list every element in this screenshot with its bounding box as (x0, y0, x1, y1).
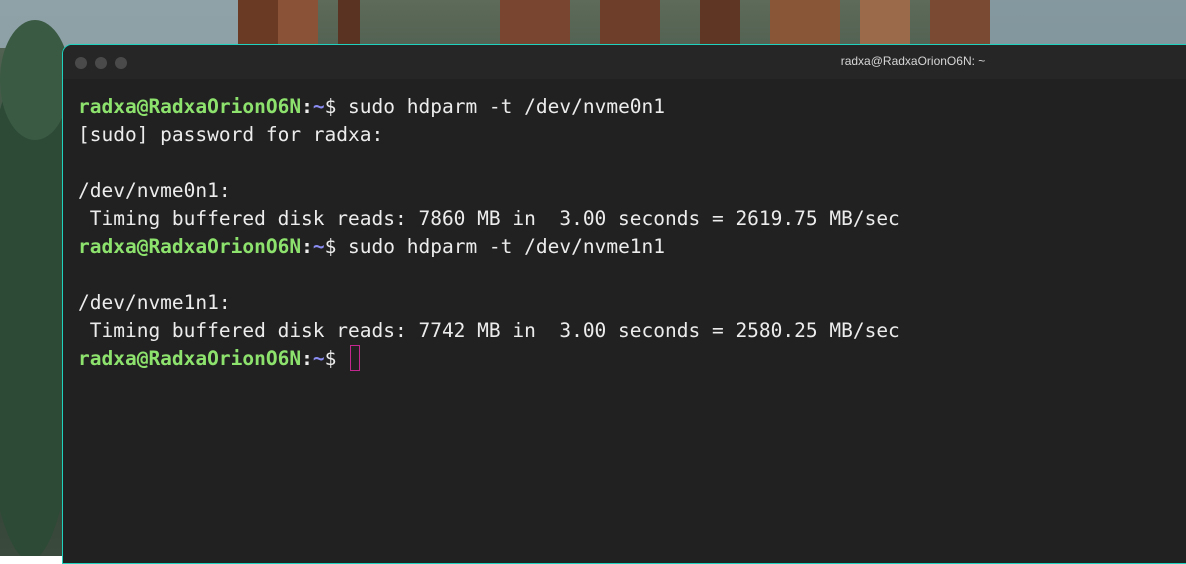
prompt-separator: : (301, 235, 313, 258)
wallpaper-foliage (0, 20, 70, 140)
prompt-user-host: radxa@RadxaOrionO6N (78, 95, 302, 118)
command-text: sudo hdparm -t /dev/nvme0n1 (348, 95, 666, 118)
terminal-window[interactable]: radxa@RadxaOrionO6N: ~ radxa@RadxaOrionO… (62, 44, 1186, 564)
prompt-symbol: $ (324, 235, 349, 258)
prompt-separator: : (301, 95, 313, 118)
window-titlebar[interactable]: radxa@RadxaOrionO6N: ~ (63, 45, 1186, 79)
output-line: Timing buffered disk reads: 7860 MB in 3… (78, 207, 900, 230)
prompt-symbol: $ (324, 347, 349, 370)
prompt-line: radxa@RadxaOrionO6N:~$ sudo hdparm -t /d… (78, 233, 1186, 261)
output-line: /dev/nvme1n1: (78, 291, 231, 314)
prompt-path: ~ (312, 95, 325, 118)
prompt-symbol: $ (324, 95, 349, 118)
prompt-path: ~ (312, 347, 325, 370)
output-line: [sudo] password for radxa: (78, 123, 384, 146)
output-line: Timing buffered disk reads: 7742 MB in 3… (78, 319, 900, 342)
wallpaper-sky (990, 0, 1186, 48)
prompt-separator: : (301, 347, 313, 370)
prompt-line: radxa@RadxaOrionO6N:~$ (78, 345, 1186, 373)
text-cursor (350, 345, 361, 371)
prompt-line: radxa@RadxaOrionO6N:~$ sudo hdparm -t /d… (78, 93, 1186, 121)
prompt-user-host: radxa@RadxaOrionO6N (78, 347, 302, 370)
prompt-user-host: radxa@RadxaOrionO6N (78, 235, 302, 258)
prompt-path: ~ (312, 235, 325, 258)
command-text: sudo hdparm -t /dev/nvme1n1 (348, 235, 666, 258)
window-title: radxa@RadxaOrionO6N: ~ (840, 54, 986, 68)
output-line: /dev/nvme0n1: (78, 179, 231, 202)
terminal-output[interactable]: radxa@RadxaOrionO6N:~$ sudo hdparm -t /d… (78, 93, 1186, 373)
